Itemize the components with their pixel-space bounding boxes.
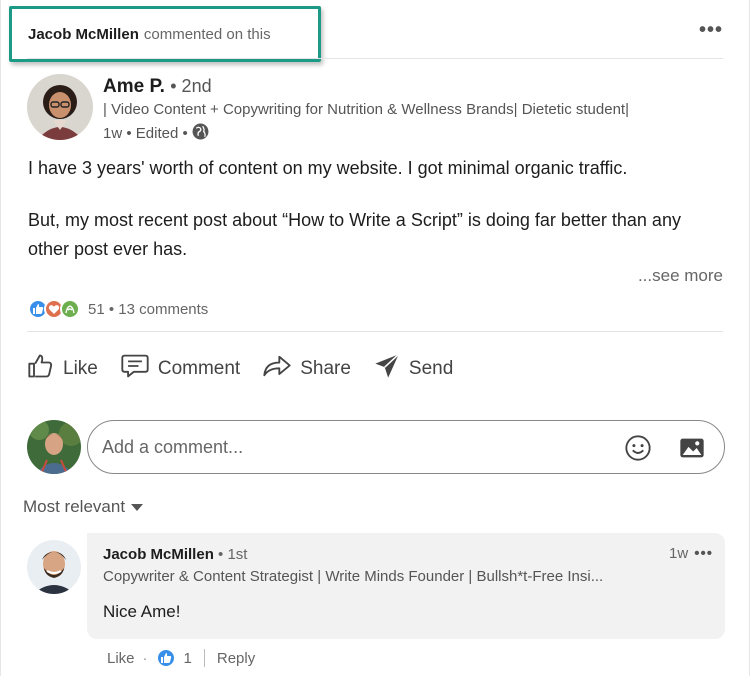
comment-button[interactable]: Comment [120, 352, 240, 386]
more-options-icon[interactable]: ••• [699, 20, 723, 40]
emoji-icon[interactable] [624, 434, 652, 467]
viewer-avatar[interactable] [27, 420, 81, 474]
author-headline: | Video Content + Copywriting for Nutrit… [103, 101, 629, 118]
thumbs-up-icon [27, 352, 55, 386]
post-text-line: I have 3 years' worth of content on my w… [28, 158, 628, 178]
share-button[interactable]: Share [262, 352, 351, 386]
comment-meta: 1w ••• [669, 545, 713, 562]
post-text-line: other post ever has. [28, 239, 188, 259]
see-more-link[interactable]: ...see more [638, 266, 723, 286]
send-label: Send [408, 358, 454, 379]
comment-box [87, 420, 725, 474]
author-name-row: Ame P. • 2nd [103, 76, 212, 98]
author-degree: • 2nd [170, 76, 212, 96]
comment-author-row: Jacob McMillen • 1st [103, 546, 247, 563]
like-label: Like [63, 358, 98, 379]
comment-bubble: Jacob McMillen • 1st 1w ••• Copywriter &… [87, 533, 725, 639]
reactions-summary[interactable]: 51 • 13 comments [28, 299, 208, 319]
divider [203, 649, 205, 667]
send-icon [373, 352, 401, 386]
like-button[interactable]: Like [27, 352, 98, 386]
send-button[interactable]: Send [373, 352, 453, 386]
post-text-line: But, my most recent post about “How to W… [28, 210, 681, 230]
activity-header: Jacob McMillen commented on this [9, 6, 321, 62]
sort-label: Most relevant [23, 497, 126, 516]
activity-action: commented on this [143, 25, 271, 43]
support-icon [60, 299, 80, 319]
like-icon [155, 648, 176, 668]
comment-icon [120, 352, 150, 386]
caret-down-icon [131, 497, 144, 517]
post-time: 1w • Edited • [103, 125, 188, 142]
comment-actions: Like · 1 Reply [107, 648, 255, 668]
sort-dropdown[interactable]: Most relevant [23, 497, 144, 517]
author-avatar[interactable] [27, 74, 93, 140]
share-label: Share [300, 358, 351, 379]
comment-author-headline: Copywriter & Content Strategist | Write … [103, 568, 604, 585]
comment-label: Comment [157, 358, 241, 379]
divider [27, 58, 723, 59]
comment-reply-button[interactable]: Reply [217, 650, 255, 667]
comment-input[interactable] [102, 433, 602, 461]
globe-icon [192, 123, 209, 144]
comment-reaction-count[interactable]: 1 [184, 650, 192, 667]
comment-like-button[interactable]: Like [107, 650, 135, 667]
post-meta: 1w • Edited • [103, 123, 209, 144]
commenter-avatar[interactable] [27, 540, 81, 594]
share-icon [262, 352, 292, 386]
feed-post-card: Jacob McMillen commented on this ••• Ame… [0, 0, 750, 676]
separator-dot: · [142, 649, 148, 667]
author-name[interactable]: Ame P. [103, 76, 165, 97]
comment-author-name[interactable]: Jacob McMillen [103, 546, 214, 563]
comment-text: Nice Ame! [103, 602, 181, 621]
comment-more-icon[interactable]: ••• [694, 545, 713, 562]
comment-author-degree: • 1st [218, 546, 248, 563]
reaction-counts[interactable]: 51 • 13 comments [88, 301, 208, 318]
comment-time: 1w [669, 545, 689, 562]
post-actions: Like Comment Share Send [27, 352, 453, 386]
image-icon[interactable] [678, 434, 706, 467]
activity-actor[interactable]: Jacob McMillen [28, 26, 139, 43]
divider [27, 331, 723, 332]
